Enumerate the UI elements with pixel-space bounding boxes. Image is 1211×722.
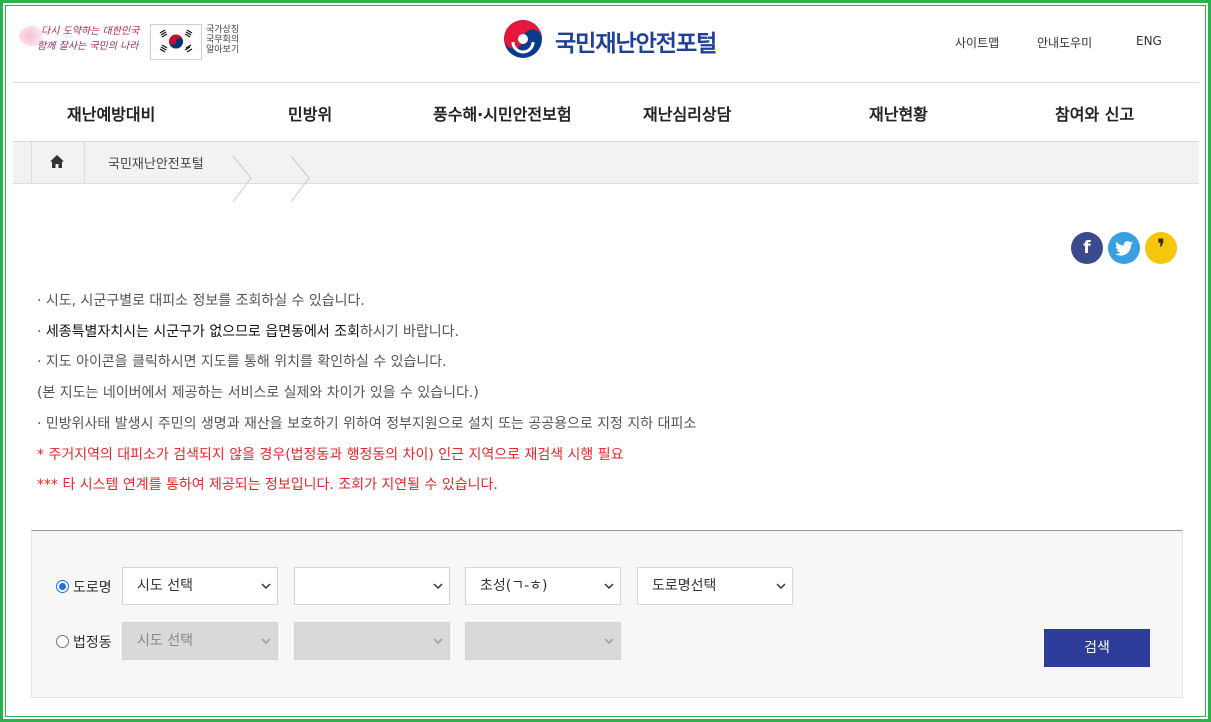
chevron-down-icon <box>776 583 786 590</box>
slogan-line1: 다시 도약하는 대한민국 <box>41 26 140 37</box>
search-button[interactable]: 검색 <box>1044 629 1150 667</box>
breadcrumb-home[interactable] <box>31 142 85 183</box>
breadcrumb: 국민재난안전포털 <box>13 142 1199 203</box>
radio-legal-dong[interactable]: 법정동 <box>56 632 112 652</box>
chevron-down-icon <box>261 638 271 645</box>
notice-warning: * 주거지역의 대피소가 검색되지 않을 경우(법정동과 행정동의 차이) 인근… <box>37 446 624 463</box>
chevron-down-icon <box>433 583 443 590</box>
facebook-share-icon[interactable]: f <box>1071 232 1103 264</box>
chevron-down-icon <box>261 583 271 590</box>
nav-item-insurance[interactable]: 풍수해·시민안전보험 <box>433 101 572 125</box>
national-symbols-link[interactable]: 국가상징 국무회의 알아보기 <box>206 25 246 55</box>
slogan-line2: 함께 잘사는 국민의 나라 <box>37 41 139 52</box>
home-icon <box>50 155 64 168</box>
util-link-sitemap[interactable]: 사이트맵 <box>955 34 999 51</box>
chevron-down-icon <box>604 583 614 590</box>
nav-item-counseling[interactable]: 재난심리상담 <box>643 101 731 125</box>
radio-road-name[interactable]: 도로명 <box>56 577 112 597</box>
nav-item-disaster-status[interactable]: 재난현황 <box>869 101 928 125</box>
breadcrumb-current[interactable]: 국민재난안전포털 <box>108 153 204 172</box>
notice-emphasis: 세종특별자치시는 시군구가 없으므로 읍면동에서 조회 <box>45 323 360 340</box>
notice-line: · 지도 아이콘을 클릭하시면 지도를 통해 위치를 확인하실 수 있습니다. <box>37 354 447 371</box>
site-title: 국민재난안전포털 <box>555 31 717 57</box>
radio-unchecked-icon <box>56 635 69 648</box>
radio-checked-icon <box>56 580 69 593</box>
select-legal-dong[interactable] <box>465 622 621 660</box>
select-road-sigungu[interactable] <box>294 567 450 605</box>
national-flag-icon[interactable] <box>150 24 202 60</box>
select-road-initial[interactable]: 초성(ㄱ-ㅎ) <box>465 567 621 605</box>
taegeuk-logo-icon <box>504 20 542 58</box>
site-header: 다시 도약하는 대한민국 함께 잘사는 국민의 나라 국가상징 국무회의 알아보… <box>13 8 1199 83</box>
select-legal-sigungu[interactable] <box>294 622 450 660</box>
util-link-guide[interactable]: 안내도우미 <box>1037 34 1092 51</box>
chevron-down-icon <box>433 638 443 645</box>
select-road-name[interactable]: 도로명선택 <box>637 567 793 605</box>
notice-line: · 민방위사태 발생시 주민의 생명과 재산을 보호하기 위하여 정부지원으로 … <box>37 415 697 432</box>
main-nav: 재난예방대비 민방위 풍수해·시민안전보험 재난심리상담 재난현황 참여와 신고 <box>13 83 1199 142</box>
breadcrumb-chevron-icon <box>232 156 310 203</box>
chevron-down-icon <box>604 638 614 645</box>
kakao-share-icon[interactable]: ❜ <box>1145 232 1177 264</box>
nav-item-disaster-prevention[interactable]: 재난예방대비 <box>67 101 155 125</box>
nav-item-report[interactable]: 참여와 신고 <box>1055 101 1134 125</box>
shelter-search-panel: 도로명 법정동 시도 선택 초성(ㄱ-ㅎ) 도로명선택 시도 선택 검색 <box>31 530 1183 698</box>
notice-list: · 시도, 시군구별로 대피소 정보를 조회하실 수 있습니다. · 세종특별자… <box>37 286 1177 501</box>
notice-line: · 세종특별자치시는 시군구가 없으므로 읍면동에서 조회하시기 바랍니다. <box>37 323 460 340</box>
twitter-share-icon[interactable] <box>1108 232 1140 264</box>
notice-line: (본 지도는 네이버에서 제공하는 서비스로 실제와 차이가 있을 수 있습니다… <box>37 385 479 402</box>
notice-warning: *** 타 시스템 연계를 통하여 제공되는 정보입니다. 조회가 지연될 수 … <box>37 477 498 494</box>
select-legal-sido[interactable]: 시도 선택 <box>122 622 278 660</box>
notice-line: · 시도, 시군구별로 대피소 정보를 조회하실 수 있습니다. <box>37 293 365 309</box>
page: 다시 도약하는 대한민국 함께 잘사는 국민의 나라 국가상징 국무회의 알아보… <box>13 8 1199 714</box>
nav-item-civil-defense[interactable]: 민방위 <box>288 101 332 125</box>
util-link-english[interactable]: ENG <box>1136 34 1162 48</box>
slogan-banner[interactable]: 다시 도약하는 대한민국 함께 잘사는 국민의 나라 <box>19 20 141 54</box>
select-road-sido[interactable]: 시도 선택 <box>122 567 278 605</box>
